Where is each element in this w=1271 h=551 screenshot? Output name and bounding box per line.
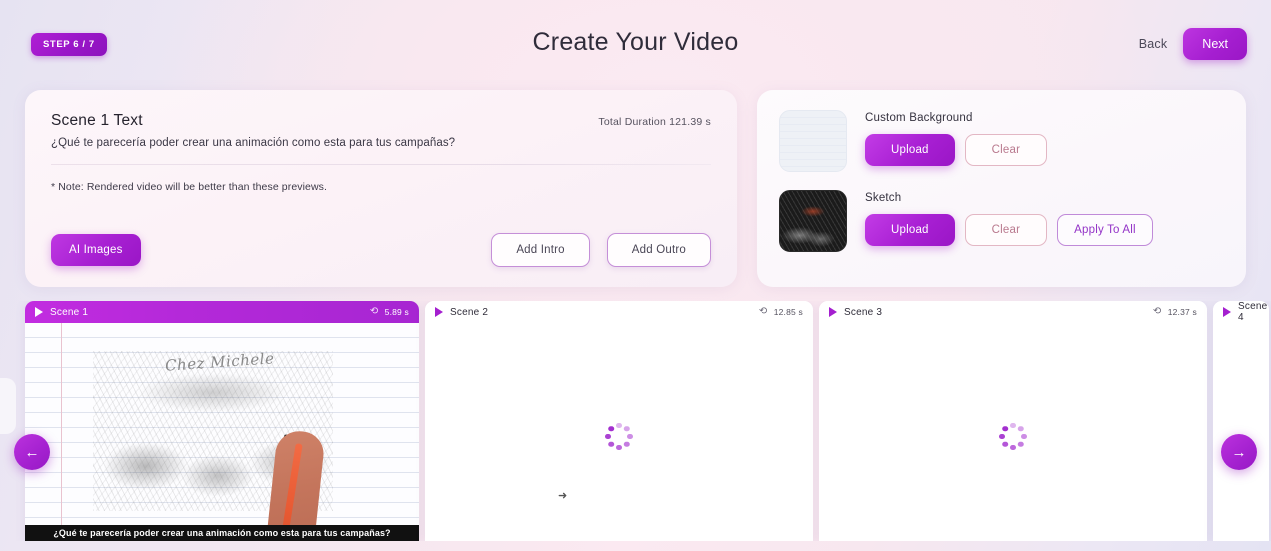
scene-1-name: Scene 1 xyxy=(50,306,89,318)
scene-title: Scene 1 Text xyxy=(51,112,143,129)
panels-row: Scene 1 Text Total Duration 121.39 s ¿Qu… xyxy=(0,90,1271,287)
scene-4-bar[interactable]: Scene 4 xyxy=(1213,301,1269,323)
page-header: STEP 6 / 7 Create Your Video Back Next xyxy=(0,0,1271,90)
scene-text-value[interactable]: ¿Qué te parecería poder crear una animac… xyxy=(51,137,711,149)
preview-caption-text: ¿Qué te parecería poder crear una animac… xyxy=(53,528,391,538)
timeline-prev-button[interactable]: ← xyxy=(14,434,50,470)
scene-4-name: Scene 4 xyxy=(1238,301,1268,323)
scene-card-1[interactable]: Scene 1 ⟳ 5.89 s Chez Michele ¿Qué te pa… xyxy=(25,301,419,541)
refresh-icon[interactable]: ⟳ xyxy=(370,306,378,317)
refresh-icon[interactable]: ⟳ xyxy=(759,306,767,317)
play-icon[interactable] xyxy=(35,307,43,317)
scene-timeline: Scene 1 ⟳ 5.89 s Chez Michele ¿Qué te pa… xyxy=(0,301,1271,541)
next-button[interactable]: Next xyxy=(1183,28,1247,60)
custom-background-buttons: Upload Clear xyxy=(865,134,1048,166)
timeline-next-button[interactable]: → xyxy=(1221,434,1257,470)
scene-2-preview[interactable]: ➜ xyxy=(425,323,813,541)
scene-3-preview[interactable] xyxy=(819,323,1207,541)
page-title: Create Your Video xyxy=(532,28,739,56)
scene-card-header: Scene 1 Text Total Duration 121.39 s xyxy=(51,112,711,130)
scene-3-duration: 12.37 s xyxy=(1167,307,1197,317)
intro-outro-group: Add Intro Add Outro xyxy=(491,233,711,267)
scene-card-4[interactable]: Scene 4 xyxy=(1213,301,1269,541)
scene-text-card: Scene 1 Text Total Duration 121.39 s ¿Qu… xyxy=(25,90,737,287)
scene-card-2[interactable]: Scene 2 ⟳ 12.85 s ➜ xyxy=(425,301,813,541)
custom-background-body: Custom Background Upload Clear xyxy=(865,110,1048,166)
scene-2-meta: ⟳ 12.85 s xyxy=(759,306,803,317)
refresh-icon[interactable]: ⟳ xyxy=(1153,306,1161,317)
sketch-apply-to-all-button[interactable]: Apply To All xyxy=(1057,214,1153,246)
custom-background-row: Custom Background Upload Clear xyxy=(779,110,1224,172)
scene-2-bar[interactable]: Scene 2 ⟳ 12.85 s xyxy=(425,301,813,323)
mouse-cursor-icon: ➜ xyxy=(558,490,568,502)
scene-4-preview[interactable] xyxy=(1213,323,1269,541)
scene-1-meta: ⟳ 5.89 s xyxy=(370,306,409,317)
custom-background-upload-button[interactable]: Upload xyxy=(865,134,955,166)
sketch-clear-button[interactable]: Clear xyxy=(964,214,1048,246)
scene-card-3[interactable]: Scene 3 ⟳ 12.37 s xyxy=(819,301,1207,541)
preview-caption-bar: ¿Qué te parecería poder crear una animac… xyxy=(25,525,419,541)
play-icon[interactable] xyxy=(829,307,837,317)
scene-2-name: Scene 2 xyxy=(450,306,489,318)
preview-note: * Note: Rendered video will be better th… xyxy=(51,181,328,193)
scene-1-duration: 5.89 s xyxy=(384,307,409,317)
loading-spinner xyxy=(604,421,634,451)
scene-1-bar[interactable]: Scene 1 ⟳ 5.89 s xyxy=(25,301,419,323)
custom-background-clear-button[interactable]: Clear xyxy=(964,134,1048,166)
sketch-label: Sketch xyxy=(865,192,902,204)
scene-title-group: Scene 1 Text xyxy=(51,112,143,130)
scene-3-name: Scene 3 xyxy=(844,306,883,318)
sketch-row: Sketch Upload Clear Apply To All xyxy=(779,190,1224,252)
custom-background-label: Custom Background xyxy=(865,112,973,124)
section-divider xyxy=(51,164,711,165)
scene-1-preview[interactable]: Chez Michele ¿Qué te parecería poder cre… xyxy=(25,323,419,541)
total-duration-label: Total Duration 121.39 s xyxy=(598,116,711,128)
sketch-thumbnail-art xyxy=(780,191,846,251)
sketch-thumbnail[interactable] xyxy=(779,190,847,252)
scene-3-bar[interactable]: Scene 3 ⟳ 12.37 s xyxy=(819,301,1207,323)
sketch-upload-button[interactable]: Upload xyxy=(865,214,955,246)
assets-card: Custom Background Upload Clear Sketch Up… xyxy=(757,90,1246,287)
sketch-buttons: Upload Clear Apply To All xyxy=(865,214,1153,246)
add-outro-button[interactable]: Add Outro xyxy=(606,233,711,267)
loading-spinner xyxy=(998,421,1028,451)
sketch-body: Sketch Upload Clear Apply To All xyxy=(865,190,1153,246)
scene-card-actions: AI Images Add Intro Add Outro xyxy=(51,233,711,267)
custom-background-thumbnail[interactable] xyxy=(779,110,847,172)
header-actions: Back Next xyxy=(1139,28,1247,60)
scene-2-duration: 12.85 s xyxy=(773,307,803,317)
play-icon[interactable] xyxy=(435,307,443,317)
add-intro-button[interactable]: Add Intro xyxy=(491,233,590,267)
back-button[interactable]: Back xyxy=(1139,37,1168,51)
scene-3-meta: ⟳ 12.37 s xyxy=(1153,306,1197,317)
side-glass-strip xyxy=(0,378,16,434)
play-icon[interactable] xyxy=(1223,307,1231,317)
ai-images-button[interactable]: AI Images xyxy=(51,234,141,266)
